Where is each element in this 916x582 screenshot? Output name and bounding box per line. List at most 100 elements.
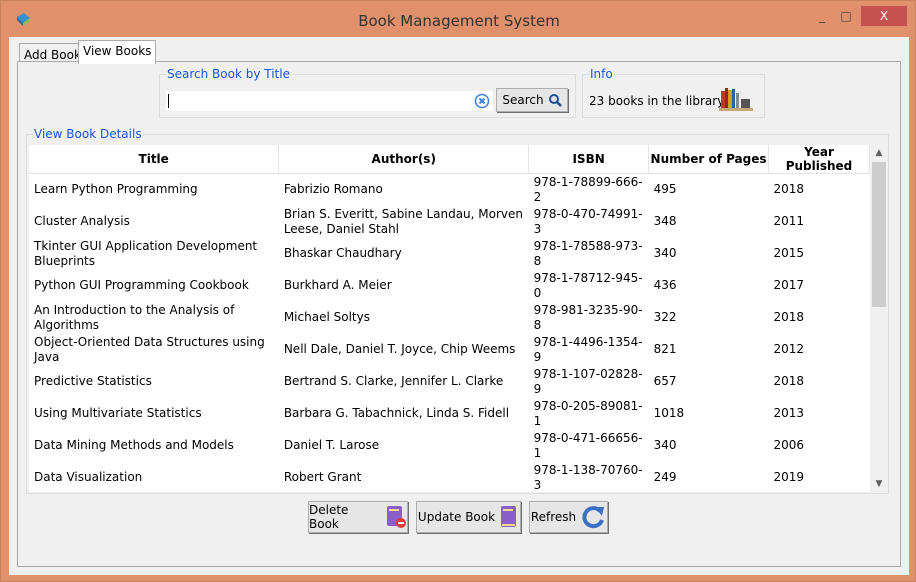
books-table: Title Author(s) ISBN Number of Pages Year Pu… bbox=[29, 145, 870, 492]
close-button[interactable]: X bbox=[861, 6, 907, 26]
table-cell: 978-1-78712-945-0 bbox=[533, 270, 643, 300]
table-row[interactable]: Using Multivariate Statistics Barbara G. … bbox=[29, 398, 870, 430]
table-cell: Bhaskar Chaudhary bbox=[283, 246, 402, 260]
delete-book-icon bbox=[387, 506, 407, 528]
table-cell: 2017 bbox=[773, 278, 805, 292]
delete-book-label: Delete Book bbox=[309, 503, 349, 531]
table-cell: Burkhard A. Meier bbox=[283, 278, 392, 292]
table-cell: Data Mining Methods and Models bbox=[34, 438, 234, 452]
details-frame: View Book Details Title Author(s) ISBN Numb… bbox=[26, 127, 889, 494]
table-cell: Bertrand S. Clarke, Jennifer L. Clarke bbox=[283, 374, 504, 388]
table-cell: 2013 bbox=[773, 406, 805, 420]
table-cell: 978-1-78899-666-2 bbox=[533, 174, 643, 204]
search-button[interactable]: Search bbox=[496, 88, 568, 112]
table-cell: 340 bbox=[653, 246, 677, 260]
table-cell: 821 bbox=[653, 342, 677, 356]
table-row[interactable]: An Introduction to the Analysis of Algor… bbox=[29, 302, 870, 334]
scrollbar-thumb[interactable] bbox=[872, 162, 886, 307]
table-cell: 495 bbox=[653, 182, 677, 197]
table-cell: Barbara G. Tabachnick, Linda S. Fidell bbox=[283, 406, 510, 420]
table-row[interactable]: Predictive Statistics Bertrand S. Clarke,… bbox=[29, 366, 870, 398]
view-books-panel: Search Book by Title Search Info 23 book… bbox=[17, 61, 901, 567]
column-header[interactable]: Year Published bbox=[768, 145, 870, 174]
table-row[interactable]: Tkinter GUI Application Development Blue… bbox=[29, 238, 870, 270]
table-cell: Nell Dale, Daniel T. Joyce, Chip Weems bbox=[283, 342, 516, 356]
table-cell: Tkinter GUI Application Development Blue… bbox=[34, 238, 258, 268]
table-cell: 2018 bbox=[773, 374, 805, 388]
table-scrollbar[interactable]: ▲ ▼ bbox=[870, 145, 888, 492]
info-legend: Info bbox=[589, 67, 614, 81]
table-cell: 978-0-470-74991-3 bbox=[533, 206, 643, 236]
table-cell: Robert Grant bbox=[283, 470, 362, 484]
column-header[interactable]: Number of Pages bbox=[648, 145, 769, 174]
table-cell: 978-981-3235-90-8 bbox=[533, 302, 643, 332]
table-row[interactable]: Data Visualization Robert Grant 978-1-138-… bbox=[29, 462, 870, 493]
column-header[interactable]: Author(s) bbox=[278, 145, 530, 174]
info-frame: Info 23 books in the library bbox=[582, 67, 765, 118]
table-cell: 249 bbox=[653, 470, 677, 484]
minimize-button[interactable]: _ bbox=[809, 7, 835, 27]
table-cell: 978-0-205-89081-1 bbox=[533, 398, 643, 428]
bookshelf-icon bbox=[719, 88, 753, 111]
table-row[interactable]: Learn Python Programming Fabrizio Romano 9… bbox=[29, 174, 870, 206]
search-frame: Search Book by Title Search bbox=[159, 67, 576, 118]
table-cell: 978-1-4496-1354-9 bbox=[533, 334, 643, 364]
maximize-button[interactable]: □ bbox=[833, 7, 859, 27]
clear-search-icon[interactable] bbox=[474, 93, 490, 109]
table-cell: 2006 bbox=[773, 438, 805, 452]
table-cell: Brian S. Everitt, Sabine Landau, Morven … bbox=[283, 206, 524, 236]
table-cell: 2012 bbox=[773, 342, 805, 356]
update-book-label: Update Book bbox=[417, 510, 496, 524]
table-cell: Fabrizio Romano bbox=[283, 182, 383, 197]
table-row[interactable]: Data Mining Methods and Models Daniel T. … bbox=[29, 430, 870, 462]
table-cell: Object-Oriented Data Structures using Ja… bbox=[34, 334, 265, 364]
table-cell: 1018 bbox=[653, 406, 685, 420]
refresh-icon bbox=[582, 506, 605, 529]
details-legend: View Book Details bbox=[33, 127, 143, 141]
search-legend: Search Book by Title bbox=[166, 67, 291, 81]
window: Book Management System _ □ X Add Book Vi… bbox=[0, 0, 916, 582]
table-cell: 2018 bbox=[773, 310, 805, 324]
table-cell: 322 bbox=[653, 310, 677, 324]
table-header-row: Title Author(s) ISBN Number of Pages Year Pu… bbox=[29, 145, 870, 174]
tab-view-books[interactable]: View Books bbox=[78, 40, 157, 64]
update-book-button[interactable]: Update Book bbox=[416, 501, 521, 533]
table-cell: Predictive Statistics bbox=[34, 374, 152, 388]
table-cell: 2015 bbox=[773, 246, 805, 260]
search-input[interactable] bbox=[166, 91, 493, 111]
table-cell: 978-0-471-66656-1 bbox=[533, 430, 643, 460]
refresh-label: Refresh bbox=[530, 510, 577, 524]
books-table-container: Title Author(s) ISBN Number of Pages Year Pu… bbox=[29, 145, 870, 492]
client-area: Add Book View Books Search Book by Title… bbox=[9, 37, 909, 575]
window-title: Book Management System bbox=[358, 12, 560, 30]
search-button-label: Search bbox=[502, 93, 544, 107]
table-cell: 2018 bbox=[773, 182, 805, 197]
table-cell: Data Visualization bbox=[34, 470, 143, 484]
refresh-button[interactable]: Refresh bbox=[529, 501, 608, 533]
table-cell: 978-1-78588-973-8 bbox=[533, 238, 643, 268]
table-cell: Daniel T. Larose bbox=[283, 438, 380, 452]
delete-book-button[interactable]: Delete Book bbox=[308, 501, 408, 533]
table-cell: Cluster Analysis bbox=[34, 214, 130, 228]
table-cell: Python GUI Programming Cookbook bbox=[34, 278, 249, 292]
table-cell: Michael Soltys bbox=[283, 310, 370, 324]
table-cell: 2019 bbox=[773, 470, 805, 484]
book-app-icon bbox=[17, 13, 30, 26]
column-header[interactable]: Title bbox=[29, 145, 280, 174]
table-row[interactable]: Cluster Analysis Brian S. Everitt, Sabine… bbox=[29, 206, 870, 238]
scroll-down-arrow-icon[interactable]: ▼ bbox=[870, 476, 888, 492]
table-cell: 978-1-107-02828-9 bbox=[533, 366, 643, 396]
column-header[interactable]: ISBN bbox=[528, 145, 650, 174]
table-cell: 436 bbox=[653, 278, 677, 292]
table-cell: Using Multivariate Statistics bbox=[34, 406, 202, 420]
table-cell: 340 bbox=[653, 438, 677, 452]
table-cell: 348 bbox=[653, 214, 677, 228]
book-count-text: 23 books in the library bbox=[589, 94, 725, 108]
table-row[interactable]: Object-Oriented Data Structures using Ja… bbox=[29, 334, 870, 366]
table-row[interactable]: Python GUI Programming Cookbook Burkhard … bbox=[29, 270, 870, 302]
book-icon bbox=[501, 506, 517, 527]
scroll-up-arrow-icon[interactable]: ▲ bbox=[870, 145, 888, 161]
table-cell: 978-1-138-70760-3 bbox=[533, 462, 643, 492]
table-cell: 657 bbox=[653, 374, 677, 388]
table-cell: 2011 bbox=[773, 214, 805, 228]
